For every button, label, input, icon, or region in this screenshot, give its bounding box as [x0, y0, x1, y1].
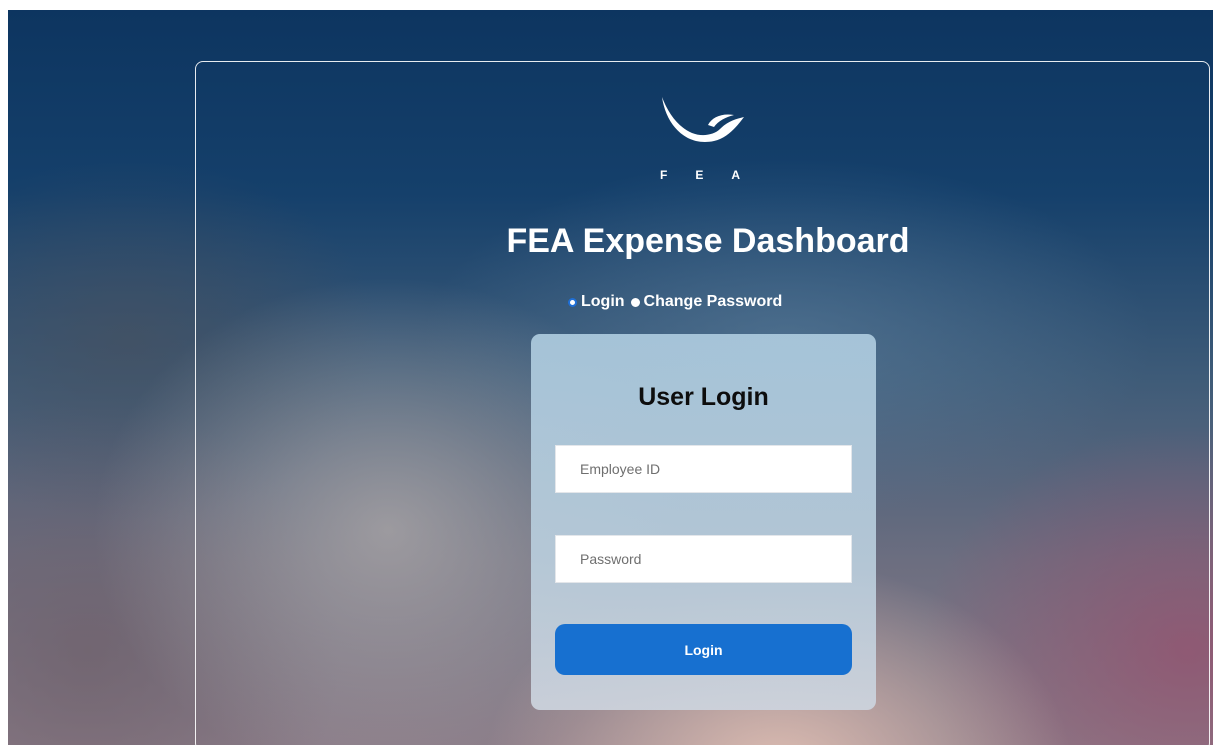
- employee-id-input[interactable]: [555, 445, 852, 493]
- logo-letter: F: [660, 168, 668, 182]
- page-background: F E A FEA Expense Dashboard Login Change…: [8, 10, 1213, 745]
- logo-letter: A: [731, 168, 740, 182]
- radio-login-label: Login: [581, 293, 625, 310]
- mode-radio-group: Login Change Password: [568, 293, 782, 311]
- page-title: FEA Expense Dashboard: [506, 222, 910, 260]
- password-input[interactable]: [555, 535, 852, 583]
- login-button[interactable]: Login: [555, 624, 852, 675]
- logo-wordmark: F E A: [660, 168, 740, 182]
- fea-bird-logo-icon: [662, 97, 744, 142]
- logo-letter: E: [695, 168, 704, 182]
- radio-checked-icon[interactable]: [568, 297, 577, 307]
- radio-login[interactable]: Login: [568, 293, 625, 311]
- login-card: User Login Login: [531, 334, 876, 710]
- login-card-title: User Login: [638, 383, 769, 411]
- radio-unchecked-icon[interactable]: [630, 297, 640, 307]
- radio-change-password[interactable]: Change Password: [630, 293, 783, 311]
- radio-change-password-label: Change Password: [643, 293, 783, 310]
